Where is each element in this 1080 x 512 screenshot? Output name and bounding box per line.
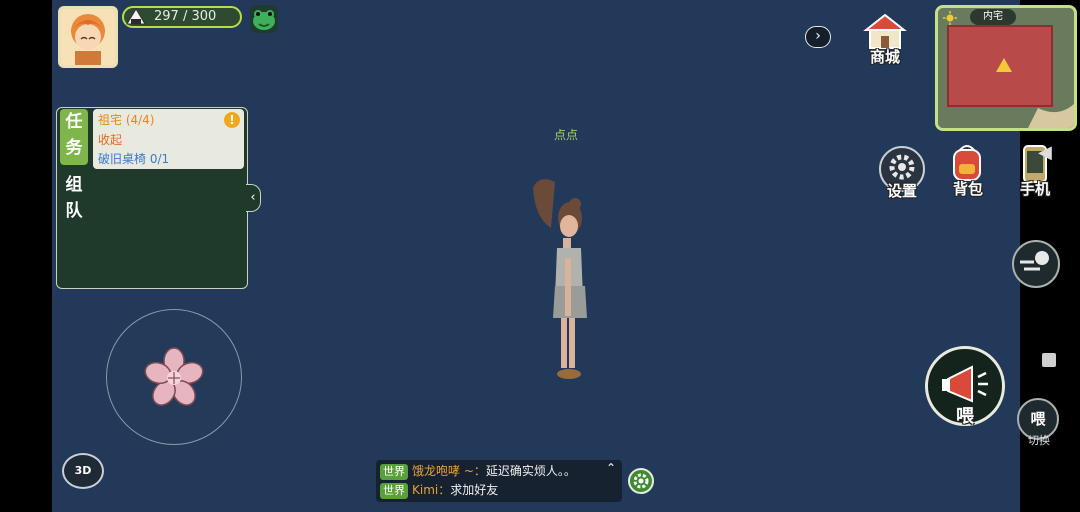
settings-label: 设置 — [886, 182, 917, 200]
sun-icon — [943, 10, 957, 25]
tab-team[interactable]: 组队 — [60, 172, 88, 228]
rice-ball-icon — [126, 8, 146, 26]
quest-card[interactable]: 祖宅 (4/4) 收起 破旧桌椅 0/1 — [93, 109, 244, 169]
player-avatar[interactable] — [58, 6, 118, 68]
frog-pet-icon[interactable] — [250, 5, 278, 33]
chevron-right-icon: › — [815, 28, 821, 44]
phone-label: 手机 — [1019, 180, 1050, 198]
nav-back-icon[interactable]: ◀ — [1038, 142, 1052, 163]
sakura-joystick-knob-icon[interactable] — [143, 347, 205, 409]
quest-title: 祖宅 (4/4) — [98, 113, 155, 127]
avatar-portrait-icon — [61, 9, 115, 65]
chat-channel-badge: 世界 — [380, 464, 408, 480]
player-name-tag: 点点 — [553, 128, 578, 142]
expand-menu-button[interactable]: › — [805, 26, 831, 48]
chevron-left-icon: ‹ — [250, 190, 256, 205]
chat-settings-gear-icon[interactable] — [628, 468, 654, 494]
alert-icon: ! — [224, 112, 240, 128]
energy-value: 297 / 300 — [154, 9, 217, 24]
switch-label: 切换 — [1028, 434, 1050, 447]
switch-icon-label: 喂 — [1030, 410, 1046, 428]
panel-collapse-button[interactable]: ‹ — [246, 184, 261, 212]
chat-sender[interactable]: Kimi： — [412, 483, 450, 497]
sprint-icon — [1020, 251, 1049, 271]
player-character[interactable] — [525, 168, 595, 388]
chat-message: 世界 饿龙咆哮 ~：延迟确实烦人。。 — [380, 462, 576, 480]
camera-3d-button[interactable]: 3D — [62, 453, 104, 489]
sprint-button[interactable] — [1012, 240, 1060, 288]
chat-text: 求加好友 — [450, 483, 499, 497]
nav-recent-icon[interactable] — [1042, 353, 1056, 367]
tab-tasks[interactable]: 任务 — [60, 109, 88, 165]
chat-box[interactable]: 世界 饿龙咆哮 ~：延迟确实烦人。。 世界 Kimi：求加好友 — [376, 460, 622, 502]
chat-channel-badge: 世界 — [380, 483, 408, 499]
chat-message: 世界 Kimi：求加好友 — [380, 481, 498, 499]
chat-text: 延迟确实烦人。。 — [485, 464, 576, 478]
shout-label: 喂 — [956, 406, 974, 427]
backpack-label: 背包 — [952, 180, 983, 198]
mode-3d-label: 3D — [74, 464, 92, 477]
quest-collapse-link[interactable]: 收起 — [98, 131, 122, 148]
minimap-location: 内宅 — [970, 9, 1016, 25]
quest-objective: 破旧桌椅 0/1 — [98, 152, 170, 166]
chevron-up-icon[interactable]: ⌃ — [606, 461, 616, 475]
shop-label: 商城 — [869, 48, 900, 66]
chat-sender[interactable]: 饿龙咆哮 ~： — [412, 464, 486, 478]
